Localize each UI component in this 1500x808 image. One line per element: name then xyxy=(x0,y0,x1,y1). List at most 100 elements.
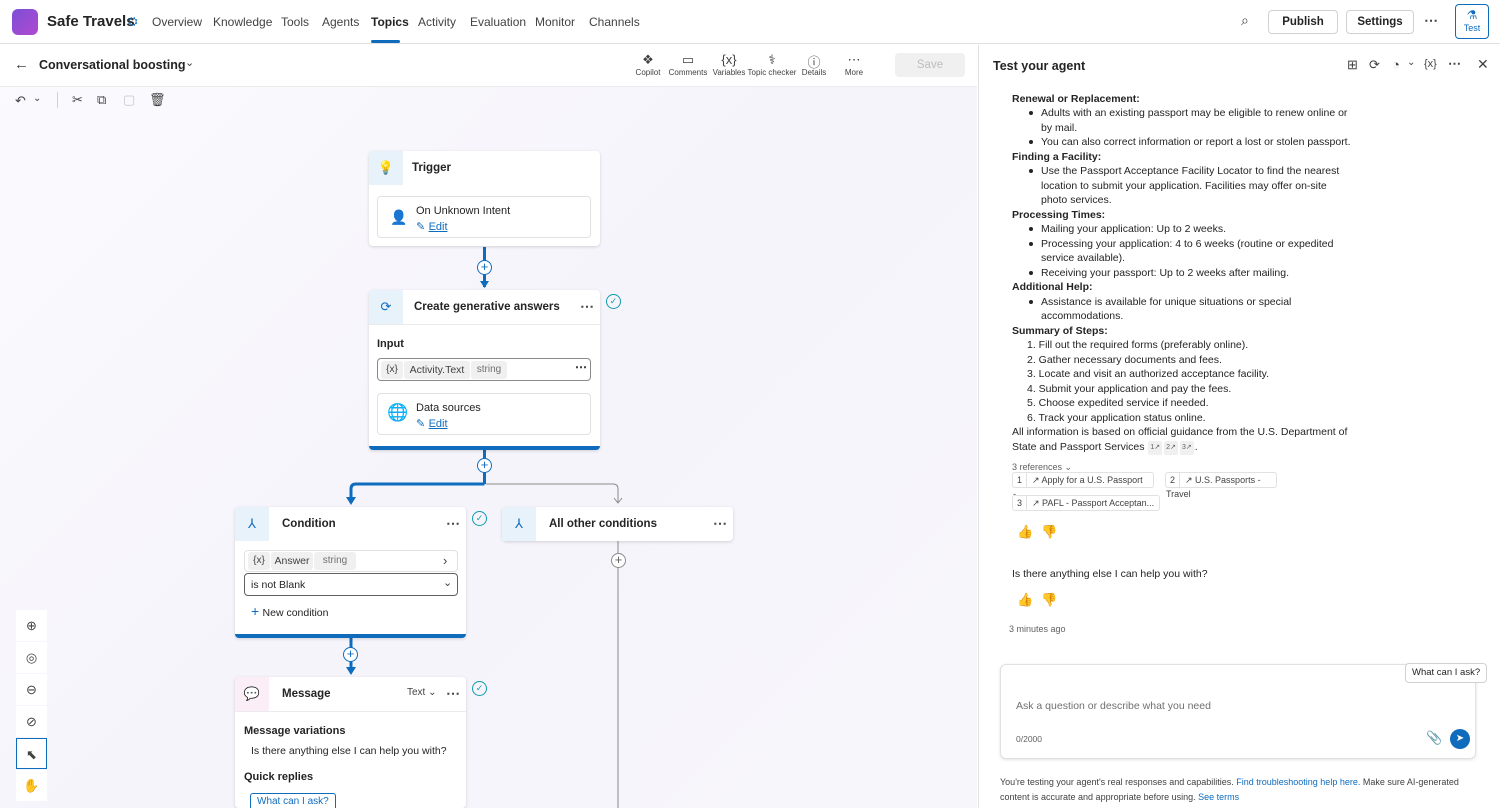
suggested-prompt-chip[interactable]: What can I ask? xyxy=(1405,663,1488,683)
input-variable-field[interactable]: {x} Activity.Text string ⋯ xyxy=(377,358,591,381)
add-node-button[interactable]: + xyxy=(477,458,492,473)
reference-chip[interactable]: 3 ↗ PAFL - Passport Acceptan... xyxy=(1012,494,1160,511)
summary-step: 6. Track your application status online. xyxy=(1027,411,1206,424)
summary-step: 2. Gather necessary documents and fees. xyxy=(1027,353,1222,366)
operator-dropdown[interactable]: is not Blank ⌄ xyxy=(244,573,458,596)
tracking-icon[interactable]: ◔ xyxy=(1392,57,1400,72)
pan-hand-icon[interactable]: ✋ xyxy=(16,770,47,801)
response-line: Processing your application: 4 to 6 week… xyxy=(1041,237,1334,250)
thumbs-down-icon[interactable]: 👎 xyxy=(1041,592,1057,608)
more-options-icon[interactable]: ⋯ xyxy=(1448,56,1461,72)
variable-icon: {x} xyxy=(381,361,403,379)
test-button-label: Test xyxy=(1463,23,1481,33)
new-chat-icon[interactable]: ⊞ xyxy=(1347,57,1358,73)
variable-icon: {x} xyxy=(248,552,270,570)
node-more-icon[interactable]: ⋯ xyxy=(446,685,460,702)
flask-icon: ⚗ xyxy=(1466,8,1478,22)
node-more-icon[interactable]: ⋯ xyxy=(580,298,594,315)
message-mode-dropdown[interactable]: Text ⌄ xyxy=(407,687,437,698)
citation-marker[interactable]: 3↗ xyxy=(1179,440,1194,455)
reference-chip[interactable]: 2 ↗ U.S. Passports - Travel xyxy=(1165,471,1277,499)
settings-button[interactable]: Settings xyxy=(1346,10,1414,34)
message-node[interactable]: 💬 Message Text ⌄ ⋯ Message variations Is… xyxy=(235,677,466,808)
chat-transcript: service for an additional fee.Renewal or… xyxy=(979,87,1500,808)
message-timestamp: 3 minutes ago xyxy=(1009,623,1066,634)
publish-button[interactable]: Publish xyxy=(1268,10,1338,34)
bullet-icon xyxy=(1029,111,1033,115)
variables-icon[interactable]: {x} xyxy=(1424,58,1437,70)
plus-icon: + xyxy=(251,603,260,619)
test-button[interactable]: ⚗ Test xyxy=(1455,4,1489,39)
message-variation[interactable]: Is there anything else I can help you wi… xyxy=(251,745,447,757)
search-icon[interactable]: ⌕ xyxy=(1241,12,1249,29)
recenter-icon[interactable]: ◎ xyxy=(16,642,47,673)
zoom-in-icon[interactable]: ⊕ xyxy=(16,610,47,641)
chevron-down-icon[interactable]: ⌄ xyxy=(1407,57,1415,68)
input-label: Input xyxy=(377,338,404,350)
person-question-icon: 👤 xyxy=(390,209,408,225)
refresh-icon[interactable]: ⟳ xyxy=(1369,57,1380,73)
summary-step: 4. Submit your application and pay the f… xyxy=(1027,382,1232,395)
new-condition-button[interactable]: + New condition xyxy=(251,603,328,619)
data-sources-edit-link[interactable]: ✎ Edit xyxy=(416,416,448,430)
reference-title: U.S. Passports - Travel xyxy=(1166,474,1261,499)
node-more-icon[interactable]: ⋯ xyxy=(713,515,727,532)
response-line: State and Passport Services 1↗ 2↗ 3↗. xyxy=(1012,440,1198,455)
chat-input-placeholder[interactable]: Ask a question or describe what you need xyxy=(1016,699,1211,714)
reference-title: PAFL - Passport Acceptan... xyxy=(1042,497,1155,508)
quick-reply-chip[interactable]: What can I ask? xyxy=(250,793,336,808)
zoom-out-icon[interactable]: ⊖ xyxy=(16,674,47,705)
response-line: Assistance is available for unique situa… xyxy=(1041,295,1292,308)
chevron-down-icon: ⌄ xyxy=(428,687,437,698)
reference-chip[interactable]: 1 ↗ Apply for a U.S. Passport -... xyxy=(1012,471,1154,499)
troubleshooting-link[interactable]: Find troubleshooting help here. xyxy=(1236,777,1360,787)
branch-icon: ⅄ xyxy=(235,507,269,541)
chevron-down-icon: ⌄ xyxy=(443,577,453,589)
variable-type: string xyxy=(471,361,507,379)
reference-number: 2 xyxy=(1166,472,1180,487)
select-tool-icon[interactable]: ⬉ xyxy=(16,738,47,769)
test-panel-title: Test your agent xyxy=(993,59,1086,73)
trigger-item[interactable]: 👤 On Unknown Intent ✎ Edit xyxy=(377,196,591,238)
thumbs-up-icon[interactable]: 👍 xyxy=(1017,524,1033,540)
attach-icon[interactable]: 📎 xyxy=(1426,730,1442,746)
other-conditions-title: All other conditions xyxy=(549,518,657,530)
reference-number: 1 xyxy=(1013,472,1027,487)
thumbs-up-icon[interactable]: 👍 xyxy=(1017,592,1033,608)
more-options-icon[interactable]: ⋯ xyxy=(1424,12,1438,29)
message-title: Message xyxy=(282,688,331,700)
check-icon: ✓ xyxy=(472,511,487,526)
lightbulb-icon: 💡 xyxy=(369,151,403,185)
add-node-button[interactable]: + xyxy=(477,260,492,275)
other-conditions-node[interactable]: ⅄ All other conditions ⋯ xyxy=(502,507,733,541)
node-more-icon[interactable]: ⋯ xyxy=(446,515,460,532)
close-icon[interactable]: ✕ xyxy=(1477,56,1489,73)
citation-marker[interactable]: 2↗ xyxy=(1164,440,1178,455)
divider xyxy=(369,324,600,325)
condition-variable-field[interactable]: {x} Answer string › xyxy=(244,550,458,572)
send-icon[interactable]: ➤ xyxy=(1450,729,1470,749)
trigger-item-label: On Unknown Intent xyxy=(416,205,511,217)
test-panel-footer: You're testing your agent's real respons… xyxy=(1000,777,1459,802)
data-sources-label: Data sources xyxy=(416,402,481,414)
citation-marker[interactable]: 1↗ xyxy=(1148,440,1163,455)
minimap-icon[interactable]: ⊘ xyxy=(16,706,47,737)
generative-title: Create generative answers xyxy=(414,301,560,313)
condition-node[interactable]: ⅄ Condition ⋯ {x} Answer string › is not… xyxy=(235,507,466,638)
trigger-node[interactable]: 💡 Trigger 👤 On Unknown Intent ✎ Edit xyxy=(369,151,600,246)
see-terms-link[interactable]: See terms xyxy=(1198,792,1239,802)
trigger-edit-link[interactable]: ✎ Edit xyxy=(416,219,448,233)
data-sources-item[interactable]: 🌐 Data sources ✎ Edit xyxy=(377,393,591,435)
globe-icon: 🌐 xyxy=(387,403,409,422)
variable-name: Answer xyxy=(271,552,313,570)
variable-type: string xyxy=(314,552,356,570)
pencil-icon: ✎ xyxy=(416,221,426,233)
add-node-button[interactable]: + xyxy=(343,647,358,662)
branch-icon: ⅄ xyxy=(502,507,536,541)
response-line: All information is based on official gui… xyxy=(1012,426,1348,438)
generative-answers-node[interactable]: ⟳ Create generative answers ⋯ Input {x} … xyxy=(369,290,600,450)
field-more-icon[interactable]: ⋯ xyxy=(575,360,587,374)
response-line: Mailing your application: Up to 2 weeks. xyxy=(1041,223,1227,235)
add-node-button[interactable]: + xyxy=(611,553,626,568)
thumbs-down-icon[interactable]: 👎 xyxy=(1041,524,1057,540)
